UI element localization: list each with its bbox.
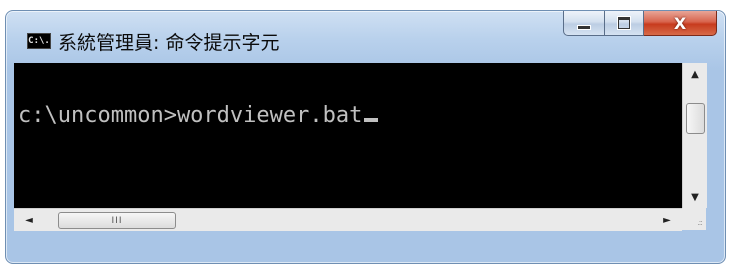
window-title: 系統管理員: 命令提示字元 [58, 32, 280, 54]
close-icon: X [673, 13, 687, 33]
vertical-scrollbar[interactable]: ▲ ▼ [682, 63, 707, 208]
maximize-button[interactable] [605, 11, 644, 36]
scroll-up-arrow-icon[interactable]: ▲ [683, 63, 707, 85]
maximize-icon [618, 17, 630, 29]
scroll-down-arrow-icon[interactable]: ▼ [683, 186, 707, 208]
text-cursor [364, 118, 379, 122]
resize-grip[interactable]: .:: [682, 208, 706, 230]
scroll-right-arrow-icon[interactable]: ► [656, 209, 678, 231]
console-prompt-line: c:\uncommon>wordviewer.bat [18, 103, 379, 128]
close-button[interactable]: X [644, 11, 717, 36]
prompt-text: c:\uncommon>wordviewer.bat [18, 103, 363, 128]
scroll-left-arrow-icon[interactable]: ◄ [18, 209, 40, 231]
minimize-button[interactable] [563, 11, 605, 36]
grip-lines-icon: III [111, 215, 123, 226]
console-output-area[interactable]: c:\uncommon>wordviewer.bat [14, 63, 682, 208]
horizontal-scrollbar[interactable]: ◄ III ► [14, 208, 682, 231]
horizontal-scroll-thumb[interactable]: III [58, 212, 176, 229]
vertical-scroll-thumb[interactable] [686, 103, 705, 134]
window-controls: X [563, 11, 717, 37]
console-app-icon[interactable]: C:\. [27, 33, 51, 49]
minimize-icon [577, 24, 591, 30]
resize-grip-icon: .:: [697, 218, 703, 227]
